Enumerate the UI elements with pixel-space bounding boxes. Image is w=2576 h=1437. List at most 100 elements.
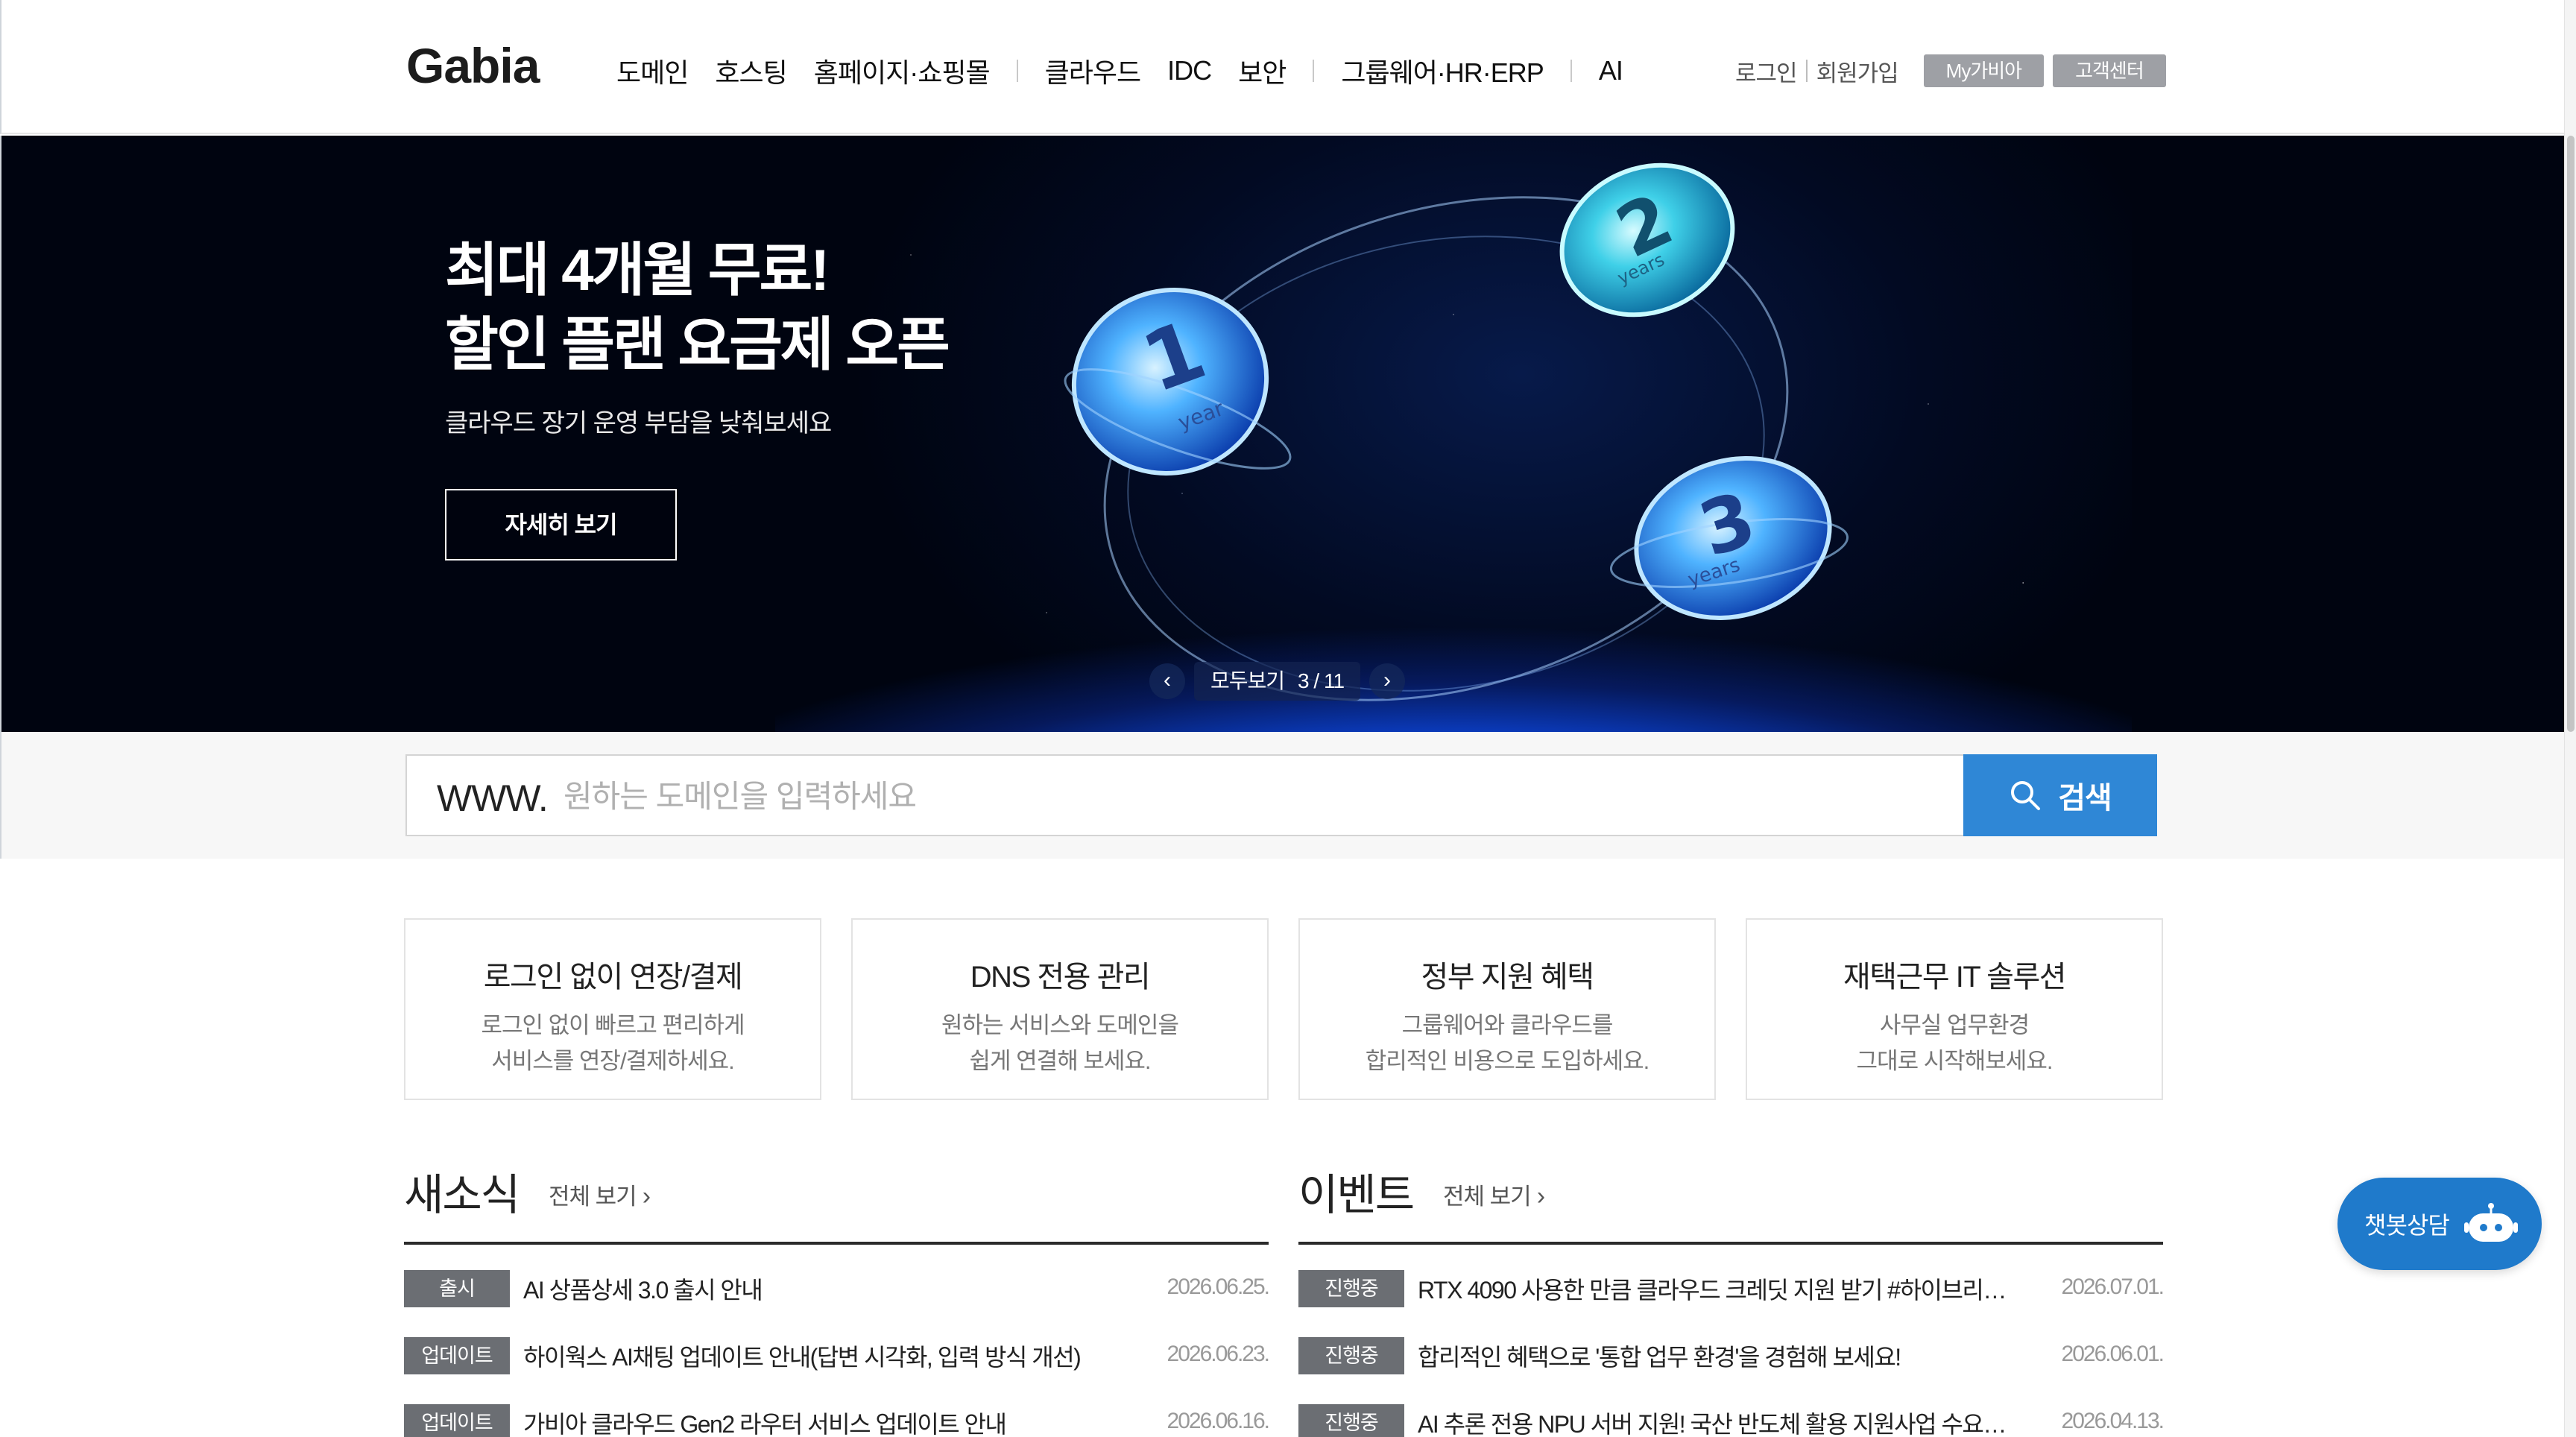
card-government-support[interactable]: 정부 지원 혜택 그룹웨어와 클라우드를 합리적인 비용으로 도입하세요. xyxy=(1298,918,1716,1100)
prev-slide-icon[interactable]: ‹ xyxy=(1149,663,1185,699)
view-all-label: 전체 보기 xyxy=(1443,1184,1532,1210)
search-icon xyxy=(2011,781,2041,810)
chatbot-label: 챗봇상담 xyxy=(2364,1212,2450,1239)
nav-hosting[interactable]: 호스팅 xyxy=(715,51,787,90)
event-tag: 진행중 xyxy=(1298,1270,1404,1307)
slide-counter: 3 / 11 xyxy=(1298,669,1345,692)
card-desc-line: 합리적인 비용으로 도입하세요. xyxy=(1365,1048,1650,1074)
news-title: AI 상품상세 3.0 출시 안내 xyxy=(523,1277,763,1304)
nav-domain[interactable]: 도메인 xyxy=(616,51,689,90)
card-renew-without-login[interactable]: 로그인 없이 연장/결제 로그인 없이 빠르고 편리하게 서비스를 연장/결제하… xyxy=(404,918,821,1100)
card-title: 로그인 없이 연장/결제 xyxy=(483,961,743,994)
chevron-right-icon: › xyxy=(1536,1182,1545,1210)
card-desc-line: 원하는 서비스와 도메인을 xyxy=(941,1012,1179,1038)
site-header: Gabia 도메인 호스팅 홈페이지·쇼핑몰 클라우드 IDC 보안 그룹웨어·… xyxy=(0,0,2564,134)
card-desc-line: 그대로 시작해보세요. xyxy=(1856,1048,2053,1074)
domain-search-box: WWW. xyxy=(405,754,1963,836)
card-title: 재택근무 IT 솔루션 xyxy=(1843,961,2067,994)
mygabia-button[interactable]: My가비아 xyxy=(1923,54,2045,87)
event-header: 이벤트 전체 보기 › xyxy=(1298,1155,2163,1245)
hero-banner[interactable]: 1 year 2 years 3 years 최대 4개월 무료! 할인 플랜 … xyxy=(0,136,2564,732)
news-board: 새소식 전체 보기 › 출시 AI 상품상세 3.0 출시 안내 2026.06.… xyxy=(404,1155,1270,1437)
view-all-label: 모두보기 xyxy=(1210,669,1285,692)
nav-cloud[interactable]: 클라우드 xyxy=(1045,51,1141,90)
event-tag: 진행중 xyxy=(1298,1337,1404,1374)
domain-search-section: WWW. 검색 xyxy=(0,732,2564,859)
www-prefix: WWW. xyxy=(437,777,549,819)
event-heading: 이벤트 xyxy=(1298,1171,1415,1219)
hero-title-line-1: 최대 4개월 무료! xyxy=(445,237,830,303)
nav-security[interactable]: 보안 xyxy=(1238,51,1287,90)
card-title: DNS 전용 관리 xyxy=(970,961,1151,994)
card-desc-line: 서비스를 연장/결제하세요. xyxy=(491,1048,735,1074)
event-row[interactable]: 진행중 AI 추론 전용 NPU 서버 지원! 국산 반도체 활용 지원사업 수… xyxy=(1298,1379,2165,1437)
coin-3-years: 3 years xyxy=(1609,456,1849,620)
util-divider xyxy=(1805,60,1808,82)
nav-ai[interactable]: AI xyxy=(1599,55,1623,86)
card-desc-line: 쉽게 연결해 보세요. xyxy=(969,1048,1152,1074)
news-date: 2026.06.16. xyxy=(1167,1409,1270,1433)
page-scrollbar[interactable] xyxy=(2564,0,2576,1437)
card-desc-line: 로그인 없이 빠르고 편리하게 xyxy=(481,1012,745,1038)
nav-divider xyxy=(1313,60,1315,82)
domain-search-button[interactable]: 검색 xyxy=(1963,754,2157,836)
event-board: 이벤트 전체 보기 › 진행중 RTX 4090 사용한 만큼 클라우드 크레딧 … xyxy=(1298,1155,2165,1437)
hero-detail-button[interactable]: 자세히 보기 xyxy=(445,489,677,560)
utility-nav: 로그인 회원가입 My가비아 고객센터 xyxy=(1735,52,2166,89)
hero-subtitle: 클라우드 장기 운영 부담을 낮춰보세요 xyxy=(445,409,832,438)
nav-divider xyxy=(1570,60,1572,82)
news-header: 새소식 전체 보기 › xyxy=(404,1155,1269,1245)
event-tag: 진행중 xyxy=(1298,1404,1404,1437)
search-button-label: 검색 xyxy=(2058,782,2112,815)
nav-idc[interactable]: IDC xyxy=(1167,55,1212,86)
nav-homepage-shop[interactable]: 홈페이지·쇼핑몰 xyxy=(814,51,991,90)
main-nav: 도메인 호스팅 홈페이지·쇼핑몰 클라우드 IDC 보안 그룹웨어·HR·ERP… xyxy=(616,52,1650,89)
login-link[interactable]: 로그인 xyxy=(1735,54,1798,88)
support-center-button[interactable]: 고객센터 xyxy=(2053,54,2166,87)
hero-title-line-2: 할인 플랜 요금제 오픈 xyxy=(445,312,950,377)
card-dns-management[interactable]: DNS 전용 관리 원하는 서비스와 도메인을 쉽게 연결해 보세요. xyxy=(851,918,1269,1100)
robot-icon xyxy=(2463,1203,2518,1242)
event-date: 2026.04.13. xyxy=(2061,1409,2165,1433)
event-title: 합리적인 혜택으로 '통합 업무 환경'을 경험해 보세요! xyxy=(1418,1344,1901,1371)
event-row[interactable]: 진행중 RTX 4090 사용한 만큼 클라우드 크레딧 지원 받기 #하이브리… xyxy=(1298,1245,2165,1312)
news-heading: 새소식 xyxy=(404,1171,520,1219)
news-row[interactable]: 업데이트 하이웍스 AI채팅 업데이트 안내(답변 시각화, 입력 방식 개선)… xyxy=(404,1312,1270,1379)
nav-groupware-hr-erp[interactable]: 그룹웨어·HR·ERP xyxy=(1341,51,1544,90)
nav-divider xyxy=(1016,60,1018,82)
hero-title: 최대 4개월 무료! 할인 플랜 요금제 오픈 xyxy=(445,233,950,382)
event-date: 2026.06.01. xyxy=(2061,1342,2165,1366)
news-row[interactable]: 업데이트 가비아 클라우드 Gen2 라우터 서비스 업데이트 안내 2026.… xyxy=(404,1379,1270,1437)
coin-1-year: 1 year xyxy=(1064,288,1292,476)
hero-pager: ‹ 모두보기 3 / 11 › xyxy=(1149,662,1406,701)
event-date: 2026.07.01. xyxy=(2061,1275,2165,1299)
chevron-right-icon: › xyxy=(642,1182,651,1210)
chatbot-button[interactable]: 챗봇상담 xyxy=(2337,1178,2542,1270)
signup-link[interactable]: 회원가입 xyxy=(1816,54,1899,88)
event-title: AI 추론 전용 NPU 서버 지원! 국산 반도체 활용 지원사업 수요… xyxy=(1418,1411,2007,1437)
domain-search-input[interactable] xyxy=(564,769,1935,824)
next-slide-icon[interactable]: › xyxy=(1369,663,1406,699)
quick-service-cards: 로그인 없이 연장/결제 로그인 없이 빠르고 편리하게 서비스를 연장/결제하… xyxy=(404,918,2163,1100)
card-desc-line: 그룹웨어와 클라우드를 xyxy=(1401,1012,1614,1038)
news-row[interactable]: 출시 AI 상품상세 3.0 출시 안내 2026.06.25. xyxy=(404,1245,1270,1312)
card-title: 정부 지원 혜택 xyxy=(1421,961,1594,994)
news-title: 가비아 클라우드 Gen2 라우터 서비스 업데이트 안내 xyxy=(523,1411,1007,1437)
news-tag: 출시 xyxy=(404,1270,510,1307)
news-date: 2026.06.25. xyxy=(1167,1275,1270,1299)
news-view-all-link[interactable]: 전체 보기 › xyxy=(549,1178,651,1211)
news-tag: 업데이트 xyxy=(404,1337,510,1374)
view-all-label: 전체 보기 xyxy=(549,1184,637,1210)
event-view-all-link[interactable]: 전체 보기 › xyxy=(1443,1178,1545,1211)
news-title: 하이웍스 AI채팅 업데이트 안내(답변 시각화, 입력 방식 개선) xyxy=(523,1344,1082,1371)
card-remote-work-solution[interactable]: 재택근무 IT 솔루션 사무실 업무환경 그대로 시작해보세요. xyxy=(1746,918,2163,1100)
hero-coins-illustration: 1 year 2 years 3 years xyxy=(1064,162,1849,701)
event-row[interactable]: 진행중 합리적인 혜택으로 '통합 업무 환경'을 경험해 보세요! 2026.… xyxy=(1298,1312,2165,1379)
view-all-slides-button[interactable]: 모두보기 3 / 11 xyxy=(1194,662,1361,701)
card-desc-line: 사무실 업무환경 xyxy=(1879,1012,2030,1038)
event-title: RTX 4090 사용한 만큼 클라우드 크레딧 지원 받기 #하이브리… xyxy=(1418,1277,2007,1304)
news-tag: 업데이트 xyxy=(404,1404,510,1437)
news-date: 2026.06.23. xyxy=(1167,1342,1270,1366)
gabia-logo[interactable]: Gabia xyxy=(406,37,540,94)
scrollbar-thumb[interactable] xyxy=(2567,136,2575,732)
